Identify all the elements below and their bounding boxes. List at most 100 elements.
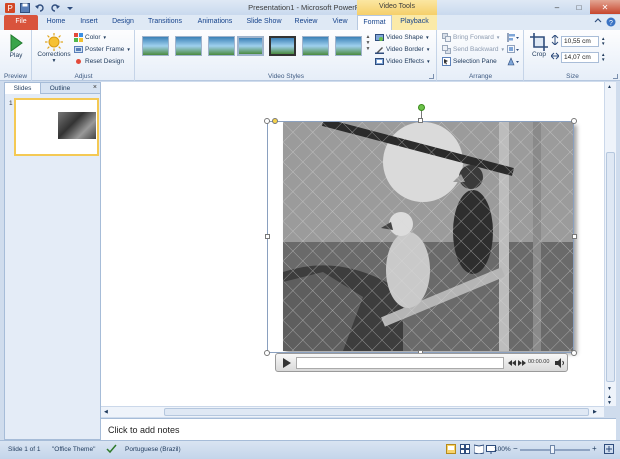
video-volume-icon[interactable]: [555, 358, 565, 370]
video-timeline[interactable]: [296, 357, 504, 369]
tab-slides[interactable]: Slides: [5, 83, 41, 94]
video-style-thumb[interactable]: [208, 36, 235, 56]
video-style-thumb[interactable]: [237, 36, 264, 56]
reset-design-button[interactable]: Reset Design: [74, 57, 124, 66]
video-styles-group-label: Video Styles: [267, 73, 304, 80]
video-style-thumb[interactable]: [175, 36, 202, 56]
fit-slide-icon[interactable]: [604, 444, 614, 456]
video-style-thumb[interactable]: [142, 36, 169, 56]
video-style-thumb[interactable]: [269, 36, 296, 56]
tab-insert[interactable]: Insert: [74, 15, 104, 30]
reading-view-icon[interactable]: [473, 444, 485, 456]
send-backward-button[interactable]: Send Backward ▼: [442, 45, 505, 54]
height-spin-icon[interactable]: ▲ ▼: [601, 36, 605, 46]
poster-frame-button[interactable]: Poster Frame ▼: [74, 45, 131, 54]
video-step-forward-icon[interactable]: [518, 360, 526, 368]
notes-pane[interactable]: Click to add notes: [101, 418, 616, 440]
arrange-group: Bring Forward ▼ Send Backward ▼ Selectio…: [438, 30, 524, 81]
language-indicator[interactable]: Portuguese (Brazil): [125, 446, 181, 453]
zoom-level[interactable]: 100%: [494, 446, 511, 453]
resize-handle-right[interactable]: [572, 234, 577, 239]
color-dropdown-icon: ▼: [102, 35, 108, 40]
tab-format[interactable]: Format: [357, 15, 392, 30]
vertical-scrollbar[interactable]: ▲ ▼ ▲ ▼: [604, 82, 616, 406]
video-time: 00:00.00: [528, 359, 550, 365]
video-step-back-icon[interactable]: [508, 360, 516, 368]
video-style-thumb[interactable]: [335, 36, 362, 56]
scroll-up-icon[interactable]: ▲: [607, 84, 612, 90]
video-shape-button[interactable]: Video Shape ▼: [375, 33, 430, 42]
rotation-handle[interactable]: [418, 104, 425, 111]
zoom-slider-knob[interactable]: [550, 445, 555, 454]
video-play-icon[interactable]: [282, 358, 291, 370]
tab-transitions[interactable]: Transitions: [142, 15, 188, 30]
video-border-button[interactable]: Video Border ▼: [375, 45, 430, 54]
vertical-scroll-thumb[interactable]: [606, 152, 615, 382]
video-styles-launcher-icon[interactable]: [429, 74, 434, 79]
zoom-out-icon[interactable]: −: [513, 444, 518, 453]
width-spin-icon[interactable]: ▲ ▼: [601, 52, 605, 62]
status-bar: Slide 1 of 1 "Office Theme" Portuguese (…: [0, 440, 620, 459]
scroll-left-icon[interactable]: ◀: [104, 409, 108, 415]
slides-pane: Slides Outline × 1: [4, 82, 101, 440]
rotate-icon[interactable]: [507, 57, 519, 68]
zoom-slider[interactable]: [520, 449, 590, 451]
bring-forward-button[interactable]: Bring Forward ▼: [442, 33, 500, 42]
slide-sorter-icon[interactable]: [460, 444, 470, 456]
video-border-label: Video Border: [386, 46, 424, 53]
zoom-in-icon[interactable]: +: [592, 444, 597, 453]
adjust-handle[interactable]: [272, 118, 278, 124]
video-style-thumb[interactable]: [302, 36, 329, 56]
crop-button[interactable]: Crop: [528, 32, 550, 58]
video-styles-group: ▲ ▼ ▼ Video Shape ▼ Video Border ▼ Video…: [136, 30, 437, 81]
horizontal-scrollbar[interactable]: ◀ ▶: [101, 406, 604, 417]
corrections-button[interactable]: Corrections ▼: [36, 32, 72, 64]
tab-playback[interactable]: Playback: [392, 15, 437, 30]
scroll-down-icon[interactable]: ▼: [607, 386, 612, 392]
tab-file[interactable]: File: [4, 15, 38, 30]
tab-design[interactable]: Design: [108, 15, 138, 30]
spell-check-icon[interactable]: [106, 444, 117, 456]
bring-forward-icon: [442, 33, 451, 42]
resize-handle-bottom-left[interactable]: [264, 350, 270, 356]
resize-handle-bottom-right[interactable]: [571, 350, 577, 356]
group-icon[interactable]: [507, 45, 519, 56]
minimize-icon[interactable]: –: [546, 0, 568, 14]
tab-review[interactable]: Review: [290, 15, 322, 30]
resize-handle-top[interactable]: [418, 118, 423, 123]
color-label: Color: [85, 34, 101, 41]
tab-home[interactable]: Home: [42, 15, 70, 30]
tab-slide-show[interactable]: Slide Show: [242, 15, 286, 30]
resize-handle-top-right[interactable]: [571, 118, 577, 124]
send-backward-dropdown-icon: ▼: [500, 47, 505, 52]
next-slide-icon[interactable]: ▼: [607, 400, 612, 406]
theme-name[interactable]: "Office Theme": [52, 446, 95, 453]
resize-handle-top-left[interactable]: [264, 118, 270, 124]
maximize-icon[interactable]: □: [568, 0, 590, 14]
horizontal-scroll-thumb[interactable]: [164, 408, 589, 416]
selection-pane-button[interactable]: Selection Pane: [442, 57, 497, 66]
video-effects-label: Video Effects: [386, 58, 425, 65]
video-border-dropdown-icon: ▼: [425, 47, 431, 52]
poster-frame-label: Poster Frame: [85, 46, 125, 53]
gallery-more-icon[interactable]: ▼: [366, 46, 371, 52]
resize-handle-left[interactable]: [265, 234, 270, 239]
tab-outline[interactable]: Outline: [42, 83, 78, 94]
preview-group: Play Preview: [0, 30, 32, 81]
play-button[interactable]: Play: [4, 32, 28, 59]
size-launcher-icon[interactable]: [613, 74, 618, 79]
slide-thumbnail[interactable]: [14, 98, 99, 156]
height-input[interactable]: 10,55 cm: [561, 35, 599, 47]
close-icon[interactable]: ✕: [590, 0, 620, 14]
align-icon[interactable]: [507, 33, 519, 44]
help-icon[interactable]: ?: [606, 17, 616, 29]
normal-view-icon[interactable]: [446, 444, 456, 456]
close-pane-icon[interactable]: ×: [93, 84, 97, 91]
width-input[interactable]: 14,07 cm: [561, 51, 599, 63]
scroll-right-icon[interactable]: ▶: [593, 409, 597, 415]
video-effects-button[interactable]: Video Effects ▼: [375, 57, 431, 66]
tab-animations[interactable]: Animations: [192, 15, 238, 30]
ribbon-collapse-icon[interactable]: [594, 17, 602, 29]
color-button[interactable]: Color ▼: [74, 33, 107, 42]
tab-view[interactable]: View: [326, 15, 354, 30]
